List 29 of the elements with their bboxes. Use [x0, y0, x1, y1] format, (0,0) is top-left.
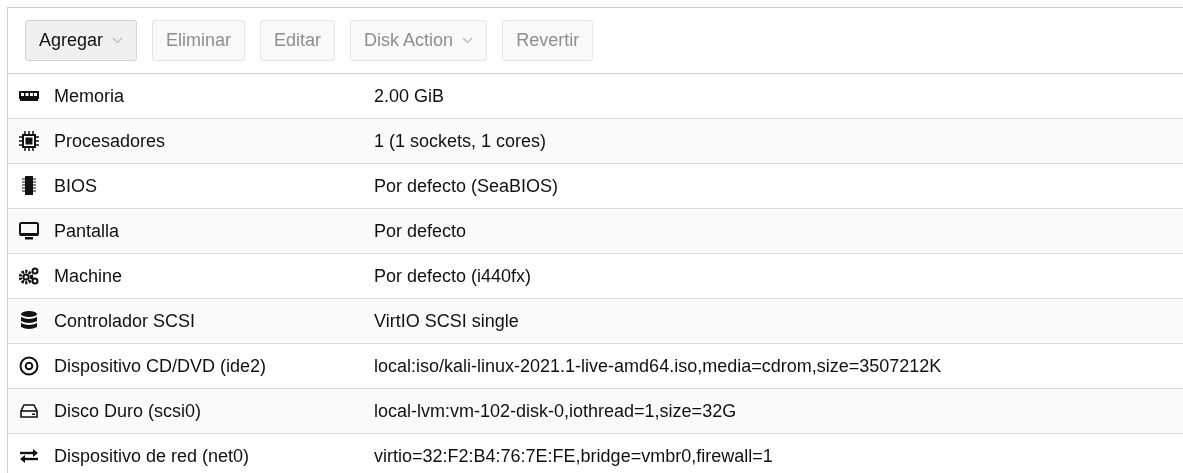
property-name: Dispositivo de red (net0) — [53, 445, 251, 467]
cpu-icon — [19, 131, 39, 151]
database-icon — [21, 311, 37, 331]
caret-icon — [462, 37, 474, 44]
dropdown-button[interactable]: Agregar — [25, 20, 138, 61]
property-name: Pantalla — [53, 220, 121, 242]
property-name: Controlador SCSI — [53, 310, 197, 332]
property-value: 2.00 GiB — [374, 85, 445, 107]
disc-icon — [19, 356, 39, 376]
property-name: BIOS — [53, 175, 98, 197]
property-value: 1 (1 sockets, 1 cores) — [374, 130, 547, 152]
exchange-icon — [19, 448, 39, 464]
property-value: local:iso/kali-linux-2021.1-live-amd64.iso,media=cdrom,size=3507212K — [374, 355, 942, 377]
monitor-icon — [19, 222, 39, 240]
property-name: Memoria — [53, 85, 125, 107]
property-value: Por defecto — [374, 220, 467, 242]
property-value: virtio=32:F2:B4:76:7E:FE,bridge=vmbr0,firewall=1 — [374, 445, 773, 467]
property-value: Por defecto (SeaBIOS) — [374, 175, 559, 197]
property-name: Disco Duro (scsi0) — [53, 400, 203, 422]
property-value: Por defecto (i440fx) — [374, 265, 532, 287]
property-name: Dispositivo CD/DVD (ide2) — [53, 355, 268, 377]
property-value: VirtIO SCSI single — [374, 310, 519, 332]
property-name: Procesadores — [53, 130, 167, 152]
caret-icon — [112, 37, 124, 44]
property-name: Machine — [53, 265, 124, 287]
chip-icon — [22, 176, 36, 196]
property-value: local-lvm:vm-102-disk-0,iothread=1,size=32G — [374, 400, 737, 422]
gears-icon — [18, 267, 40, 285]
memory-icon — [19, 91, 39, 101]
